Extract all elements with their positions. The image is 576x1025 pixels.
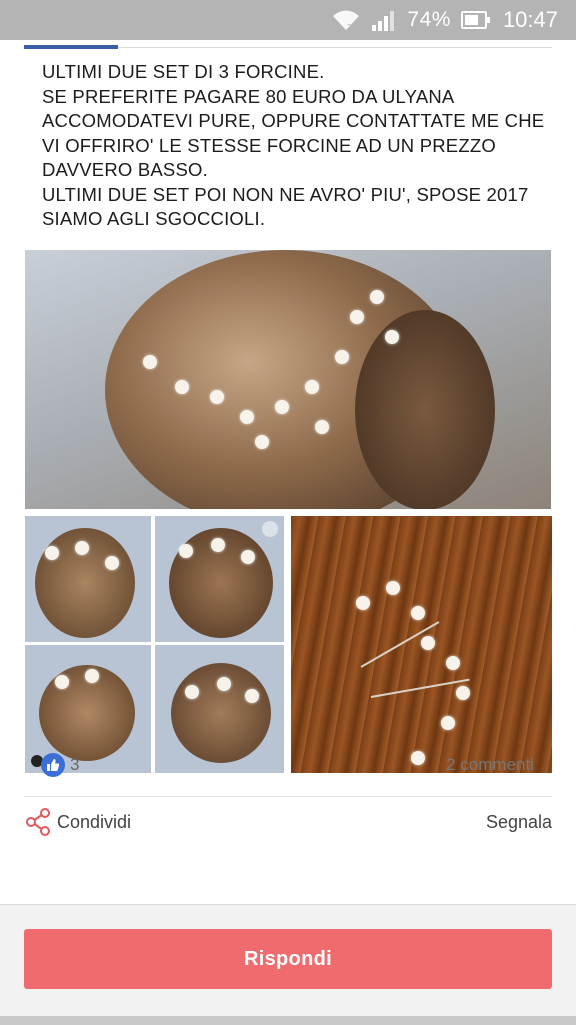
- post-card: ULTIMI DUE SET DI 3 FORCINE. SE PREFERIT…: [0, 40, 576, 1025]
- flower-decoration: [446, 656, 460, 670]
- like-count: 3: [70, 755, 80, 774]
- flower-decoration: [245, 689, 259, 703]
- flower-decoration: [211, 538, 225, 552]
- flower-decoration: [85, 669, 99, 683]
- flower-decoration: [356, 596, 370, 610]
- pin-shape: [370, 678, 470, 698]
- status-icons: ? 74% 10:47: [331, 6, 558, 34]
- share-button[interactable]: Condividi: [57, 812, 131, 833]
- share-icon[interactable]: [25, 808, 51, 836]
- flower-decoration: [55, 675, 69, 689]
- flower-decoration: [45, 546, 59, 560]
- flower-decoration: [105, 556, 119, 570]
- flower-decoration: [210, 390, 224, 404]
- flower-decoration: [421, 636, 435, 650]
- flower-decoration: [240, 410, 254, 424]
- flower-decoration: [386, 581, 400, 595]
- flower-decoration: [241, 550, 255, 564]
- svg-text:?: ?: [347, 23, 352, 32]
- flower-decoration: [255, 435, 269, 449]
- photo-thumb-3[interactable]: [25, 645, 151, 773]
- flower-decoration: [350, 310, 364, 324]
- flower-decoration: [456, 686, 470, 700]
- divider: [24, 796, 552, 797]
- thumbs-up-icon: [47, 759, 60, 771]
- tab-indicator: [24, 45, 118, 49]
- flower-decoration: [217, 677, 231, 691]
- flower-decoration: [175, 380, 189, 394]
- flower-decoration: [185, 685, 199, 699]
- flower-decoration: [411, 751, 425, 765]
- flower-decoration: [275, 400, 289, 414]
- battery-percent: 74%: [407, 8, 451, 31]
- report-button[interactable]: Segnala: [486, 812, 552, 833]
- battery-fill: [464, 15, 479, 25]
- like-icon[interactable]: [41, 753, 65, 777]
- tab-divider: [118, 47, 552, 48]
- status-bar: ? 74% 10:47: [0, 0, 576, 40]
- flower-decoration: [143, 355, 157, 369]
- reply-button[interactable]: Rispondi: [24, 929, 552, 989]
- wifi-icon: ?: [333, 10, 360, 32]
- flower-decoration: [305, 380, 319, 394]
- photo-thumb-2[interactable]: [155, 516, 284, 642]
- photo-hair-comb-closeup[interactable]: [25, 250, 551, 509]
- comments-link[interactable]: 2 commenti: [446, 755, 534, 775]
- flower-decoration: [335, 350, 349, 364]
- photo-thumb-4[interactable]: [155, 645, 284, 773]
- flower-decoration: [75, 541, 89, 555]
- flower-decoration: [315, 420, 329, 434]
- flower-decoration: [385, 330, 399, 344]
- battery-icon: [460, 11, 490, 29]
- signal-icon: [372, 11, 395, 31]
- flower-decoration: [441, 716, 455, 730]
- photo-hairpins-on-wood[interactable]: [291, 516, 552, 773]
- footer-bar: Rispondi: [0, 904, 576, 1025]
- hair-bun: [355, 310, 495, 509]
- clock: 10:47: [502, 7, 558, 32]
- photo-thumb-1[interactable]: [25, 516, 151, 642]
- flower-decoration: [179, 544, 193, 558]
- flower-decoration: [370, 290, 384, 304]
- post-body: ULTIMI DUE SET DI 3 FORCINE. SE PREFERIT…: [42, 61, 545, 229]
- flower-decoration: [411, 606, 425, 620]
- zoom-icon: [262, 521, 278, 537]
